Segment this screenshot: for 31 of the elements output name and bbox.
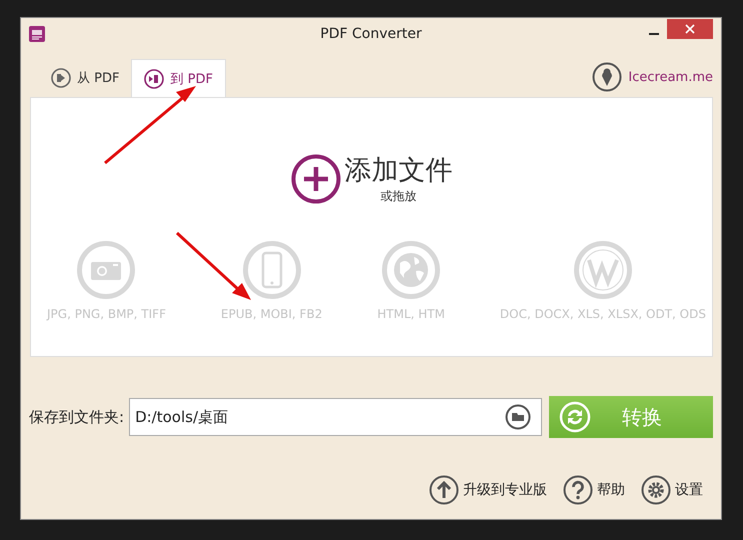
- letter-w-icon: [574, 241, 632, 299]
- format-label: HTML, HTM: [377, 307, 445, 321]
- phone-icon: [242, 241, 301, 299]
- app-logo-icon: [29, 26, 45, 42]
- tab[interactable]: 从 PDF: [39, 59, 132, 97]
- camera-icon: [77, 241, 136, 299]
- format-label: JPG, PNG, BMP, TIFF: [47, 307, 166, 321]
- add-files-button[interactable]: 添加文件: [344, 152, 452, 188]
- folder-icon[interactable]: [505, 404, 531, 430]
- website-link[interactable]: Icecream.me: [592, 62, 713, 92]
- folder-path-field[interactable]: D:/tools/桌面: [129, 398, 542, 436]
- refresh-icon: [559, 401, 591, 433]
- close-icon: [685, 24, 695, 34]
- import-icon: [144, 68, 164, 88]
- footer-link[interactable]: 帮助: [563, 475, 625, 505]
- window-title: PDF Converter: [320, 26, 422, 42]
- help-icon: [563, 475, 593, 505]
- save-folder-label: 保存到文件夹:: [29, 408, 124, 426]
- footer-link[interactable]: 设置: [641, 475, 703, 505]
- export-icon: [51, 68, 71, 88]
- drag-drop-hint: 或拖放: [380, 188, 416, 205]
- minimize-icon: [649, 32, 659, 36]
- globe-icon: [382, 241, 440, 299]
- format-label: EPUB, MOBI, FB2: [220, 307, 322, 321]
- tab[interactable]: 到 PDF: [131, 59, 226, 97]
- close-button[interactable]: [667, 18, 713, 38]
- footer-link[interactable]: 升级到专业版: [429, 475, 547, 505]
- format-label: DOC, DOCX, XLS, XLSX, ODT, ODS: [500, 307, 706, 321]
- ice-cream-icon: [592, 62, 622, 92]
- settings-icon: [641, 475, 671, 505]
- add-icon[interactable]: [290, 154, 340, 204]
